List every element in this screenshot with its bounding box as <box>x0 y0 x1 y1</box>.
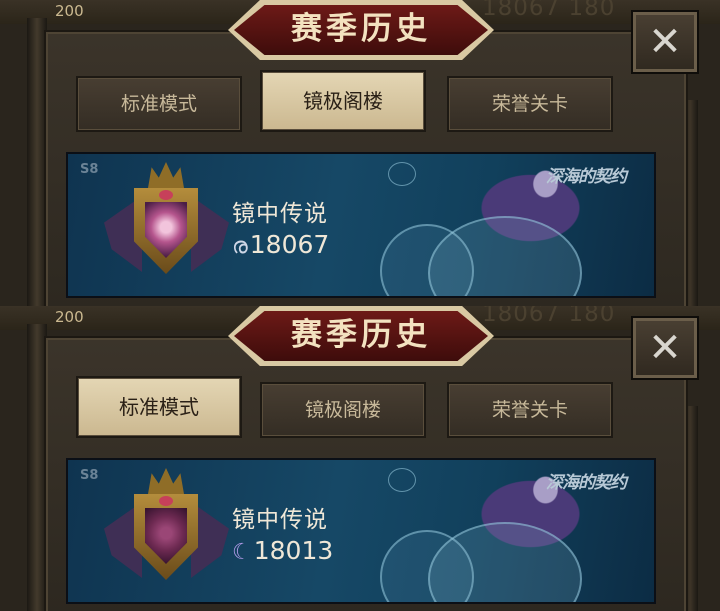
score-value: 18067 <box>249 230 330 259</box>
close-button[interactable]: ✕ <box>631 316 699 380</box>
tab-standard-mode[interactable]: 标准模式 <box>76 76 242 132</box>
tab-standard-mode[interactable]: 标准模式 <box>76 376 242 438</box>
title-banner: 赛季历史 <box>228 0 494 60</box>
score-value: 18013 <box>253 536 334 565</box>
season-record-card[interactable]: S8 深海的契约 镜中传说 ര18067 <box>66 152 656 298</box>
rank-score: ☾18013 <box>232 536 333 565</box>
rank-title: 镜中传说 <box>232 507 328 533</box>
bubble-decoration <box>388 468 416 492</box>
title-banner: 赛季历史 <box>228 306 494 366</box>
season-label: S8 <box>80 468 99 483</box>
rank-emblem-icon <box>104 468 229 593</box>
tab-honor-stage[interactable]: 荣誉关卡 <box>447 382 613 438</box>
bubble-decoration <box>388 162 416 186</box>
rank-score: ര18067 <box>232 230 329 259</box>
tab-mirror-attic[interactable]: 镜极阁楼 <box>260 382 426 438</box>
tab-mirror-attic[interactable]: 镜极阁楼 <box>260 70 426 132</box>
season-history-screen-top: 200 18067 180 赛季历史 ✕ 标准模式 镜极阁楼 荣誉关卡 S8 深… <box>0 0 720 306</box>
season-label: S8 <box>80 162 99 177</box>
tab-honor-stage[interactable]: 荣誉关卡 <box>447 76 613 132</box>
currency-amount: 200 <box>55 308 84 326</box>
close-icon: ✕ <box>648 325 682 371</box>
moon-icon: ☾ <box>232 540 252 565</box>
swirl-icon: ര <box>232 234 248 259</box>
page-title: 赛季历史 <box>291 317 431 353</box>
background-score-text: 18067 180 <box>482 0 616 21</box>
close-button[interactable]: ✕ <box>631 10 699 74</box>
rank-emblem-icon <box>104 162 229 287</box>
rank-title: 镜中传说 <box>232 201 328 227</box>
currency-amount: 200 <box>55 2 84 20</box>
season-record-card[interactable]: S8 深海的契约 镜中传说 ☾18013 <box>66 458 656 604</box>
season-history-screen-bottom: 200 18067 180 赛季历史 ✕ 标准模式 镜极阁楼 荣誉关卡 S8 深… <box>0 306 720 611</box>
season-banner-logo: 深海的契约 <box>546 473 627 493</box>
season-banner-logo: 深海的契约 <box>546 167 627 187</box>
background-score-text: 18067 180 <box>482 306 616 327</box>
page-title: 赛季历史 <box>291 11 431 47</box>
close-icon: ✕ <box>648 19 682 65</box>
